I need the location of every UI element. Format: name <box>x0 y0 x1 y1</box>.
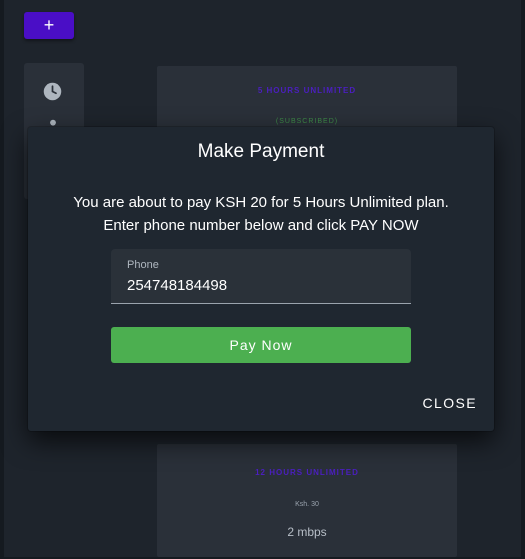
dialog-title: Make Payment <box>197 141 325 162</box>
plan-status: (SUBSCRIBED) <box>275 118 339 125</box>
plan-price: Ksh. 30 <box>295 501 319 508</box>
plan-card[interactable]: 12 HOURS UNLIMITED Ksh. 30 2 mbps <box>157 444 457 557</box>
plan-card[interactable]: 5 HOURS UNLIMITED (SUBSCRIBED) <box>157 66 457 136</box>
plan-speed: 2 mbps <box>287 525 327 539</box>
add-button[interactable]: + <box>24 12 74 39</box>
pay-now-button[interactable]: Pay Now <box>111 327 411 363</box>
plan-name: 12 HOURS UNLIMITED <box>255 468 359 477</box>
plan-name: 5 HOURS UNLIMITED <box>257 86 357 95</box>
close-button[interactable]: CLOSE <box>423 395 477 411</box>
clock-icon[interactable] <box>42 81 63 102</box>
payment-dialog: Make Payment You are about to pay KSH 20… <box>28 127 494 431</box>
phone-label: Phone <box>127 259 159 271</box>
phone-field[interactable]: Phone 254748184498 <box>111 249 411 304</box>
phone-input[interactable]: 254748184498 <box>127 278 227 294</box>
dialog-message: You are about to pay KSH 20 for 5 Hours … <box>73 194 449 234</box>
